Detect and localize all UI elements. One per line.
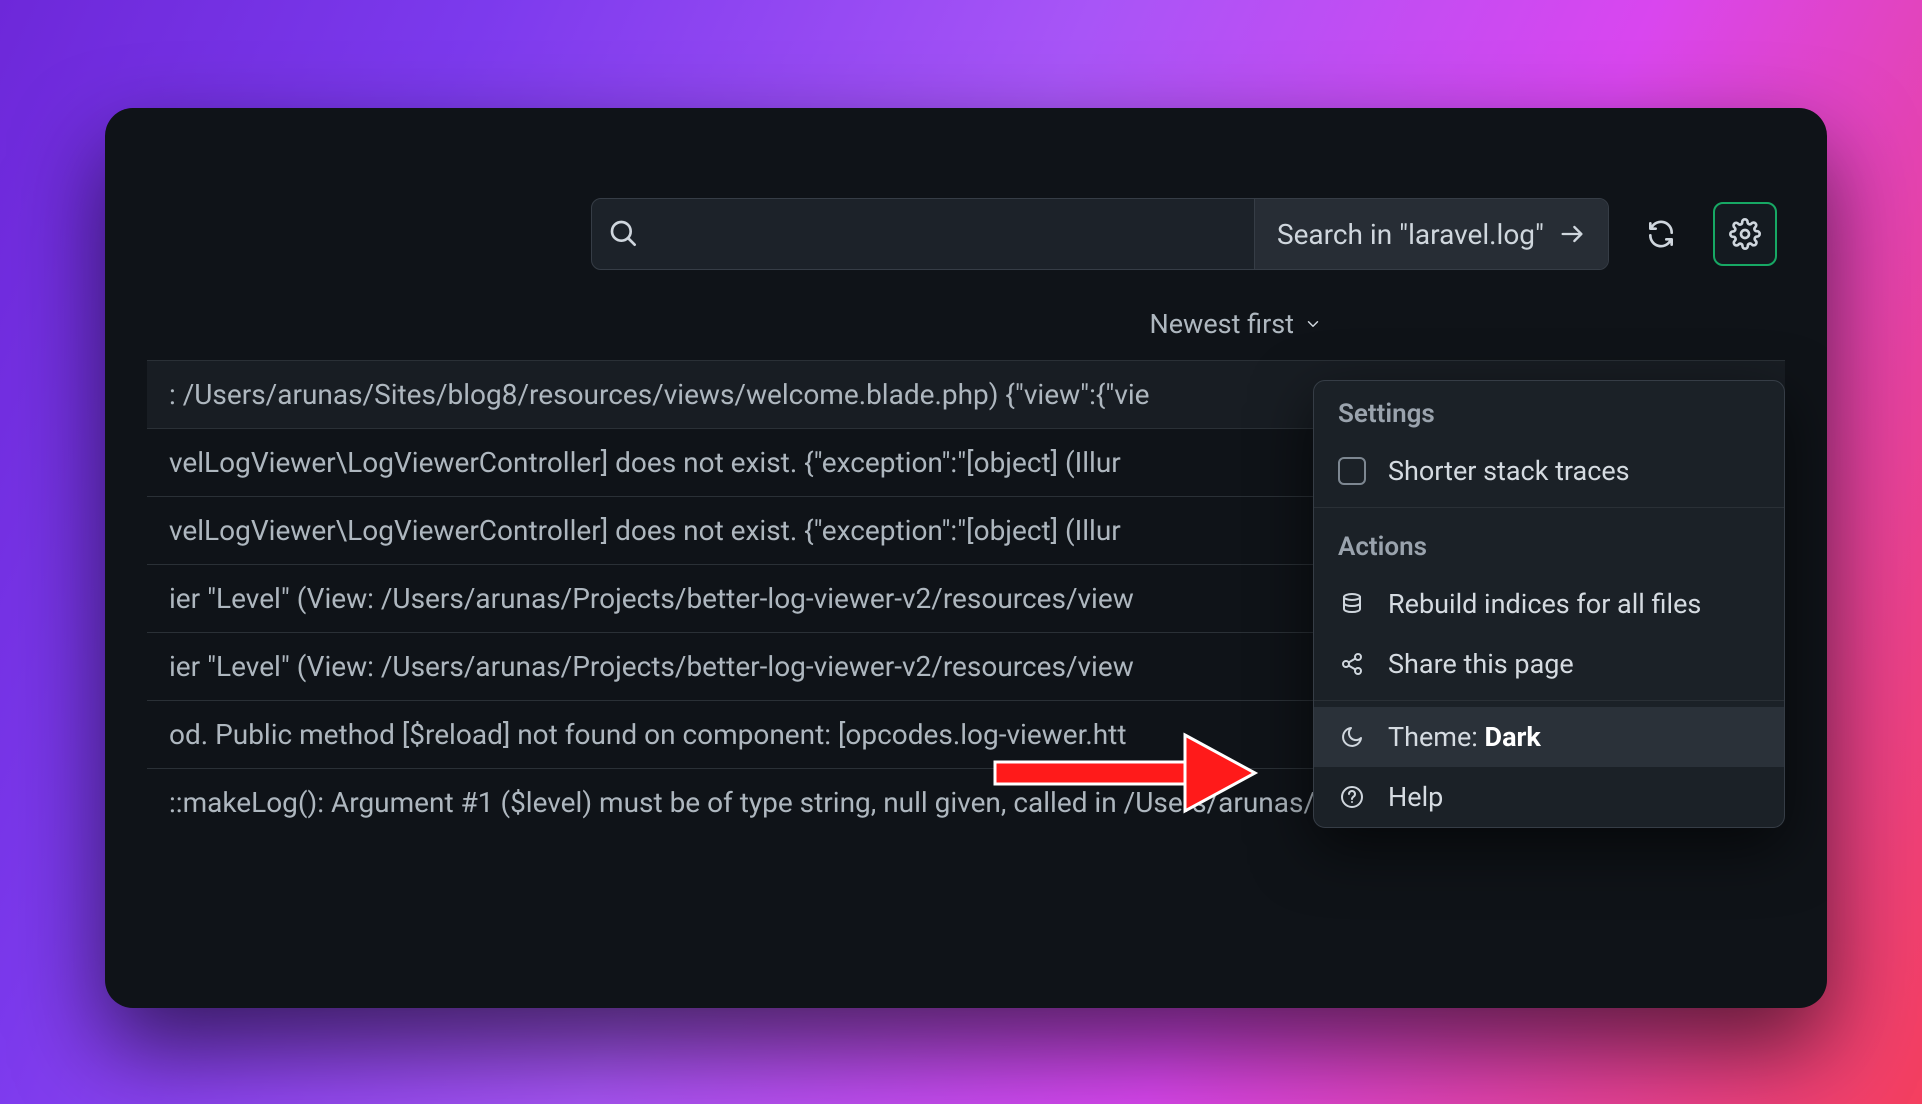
chevron-down-icon [1304,315,1322,333]
settings-button[interactable] [1713,202,1777,266]
divider [1314,507,1784,508]
sort-select[interactable]: Newest first [1149,308,1322,340]
database-icon [1338,592,1366,616]
refresh-button[interactable] [1629,202,1693,266]
rebuild-indices-action[interactable]: Rebuild indices for all files [1314,574,1784,634]
toolbar: Search in "laravel.log" [105,108,1827,280]
refresh-icon [1645,218,1677,250]
app-window: Search in "laravel.log" Newest first : /… [105,108,1827,1008]
sort-row: Newest first [105,280,1827,348]
gear-icon [1729,218,1761,250]
shorter-traces-label: Shorter stack traces [1388,455,1630,487]
search-icon [592,218,656,250]
arrow-right-icon [1558,220,1586,248]
theme-label: Theme: Dark [1388,721,1541,753]
search-input[interactable] [656,219,1254,250]
settings-header: Settings [1314,381,1784,441]
share-label: Share this page [1388,648,1574,680]
search-scope-button[interactable]: Search in "laravel.log" [1254,199,1608,269]
search-bar: Search in "laravel.log" [591,198,1609,270]
shorter-traces-toggle[interactable]: Shorter stack traces [1314,441,1784,501]
help-action[interactable]: Help [1314,767,1784,827]
theme-toggle[interactable]: Theme: Dark [1314,707,1784,767]
moon-icon [1338,725,1366,749]
checkbox-icon [1338,457,1366,485]
search-scope-label: Search in "laravel.log" [1277,218,1544,251]
share-icon [1338,652,1366,676]
actions-header: Actions [1314,514,1784,574]
divider [1314,700,1784,701]
rebuild-label: Rebuild indices for all files [1388,588,1701,620]
settings-dropdown: Settings Shorter stack traces Actions Re… [1313,380,1785,828]
share-page-action[interactable]: Share this page [1314,634,1784,694]
help-label: Help [1388,781,1443,813]
sort-label: Newest first [1149,308,1294,340]
help-icon [1338,785,1366,809]
